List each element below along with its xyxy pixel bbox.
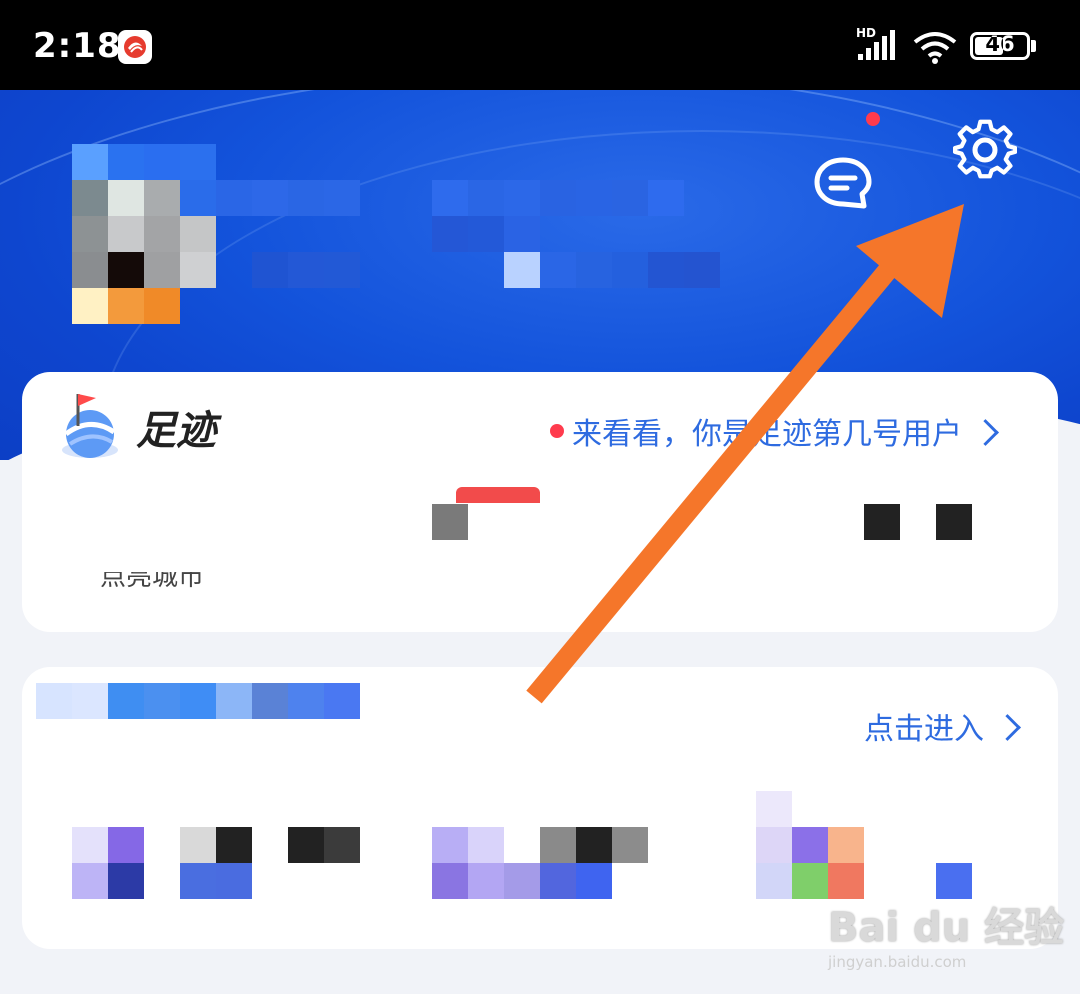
new-badge [550,424,564,438]
redacted-block [936,504,972,540]
watermark: Bai du 经验 jingyan.baidu.com [828,895,1064,971]
message-icon [814,157,872,209]
avatar[interactable] [72,144,216,324]
chevron-right-icon [972,419,999,446]
signal-icon [856,28,898,66]
footprint-rank-text: 来看看，你是足迹第几号用户 [572,417,962,452]
enter-link-text: 点击进入 [864,712,984,747]
globe-flag-icon [62,394,118,458]
watermark-url: jingyan.baidu.com [828,953,967,971]
footprint-card[interactable]: 足迹 来看看，你是足迹第几号用户 点亮城市 [22,372,1058,632]
battery-level: 46 [985,32,1015,56]
enter-link[interactable]: 点击进入 [864,704,1021,748]
watermark-brand: Bai du 经验 [828,905,1065,951]
redacted-block [864,504,900,540]
service-icon-1[interactable] [72,827,144,899]
clock: 2:18 [33,26,122,66]
wifi-icon [912,30,958,68]
card-title-redacted [36,683,360,719]
redacted-block [456,487,540,503]
partial-label: 点亮城市 [100,572,205,592]
status-bar: 2:18 HD 46 [0,0,1080,90]
app-notification-icon [118,30,152,64]
service-icon-5[interactable] [936,863,972,899]
chevron-right-icon [994,714,1021,741]
message-button[interactable] [808,148,878,218]
service-icon-4[interactable] [756,791,864,899]
redacted-block [432,504,468,540]
footprint-rank-link[interactable]: 来看看，你是足迹第几号用户 [550,409,999,453]
service-icon-3[interactable] [432,827,648,899]
footprint-logo: 足迹 [52,386,216,468]
battery-icon: 46 [970,32,1030,60]
service-icon-2[interactable] [180,827,360,899]
message-badge [866,112,880,126]
settings-button[interactable] [950,115,1020,185]
footprint-title: 足迹 [136,408,216,454]
username [216,180,720,288]
settings-gear-icon [953,119,1017,179]
